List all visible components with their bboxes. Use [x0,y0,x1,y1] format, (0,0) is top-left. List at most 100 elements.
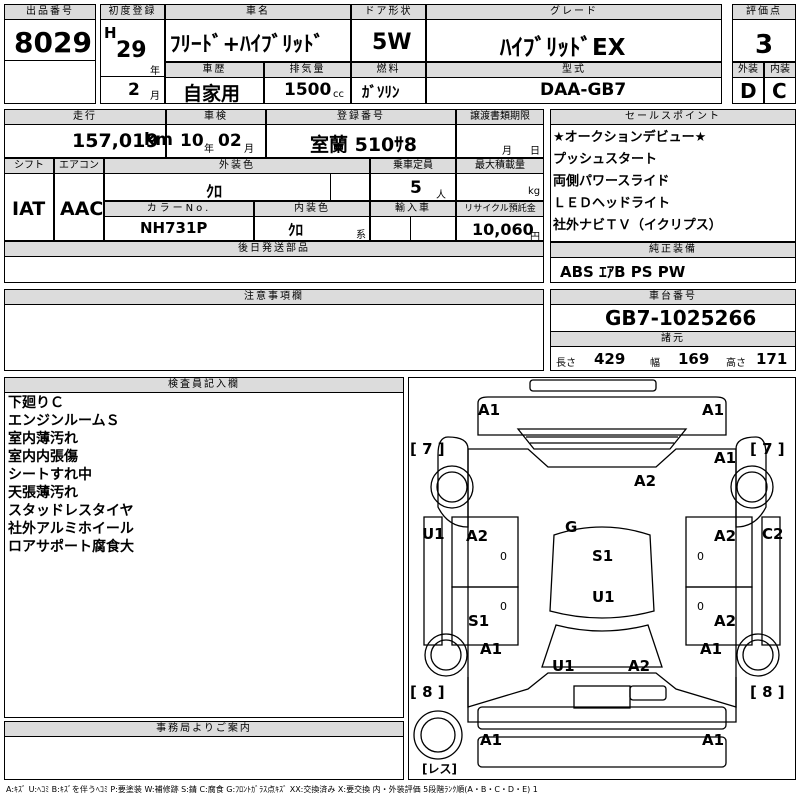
recycle-label: リサイクル預託金 [456,201,544,217]
later-parts-label: 後日発送部品 [4,241,544,257]
first-reg-divider [100,76,165,77]
history-label: 車歴 [165,62,264,78]
seats-unit: 人 [436,190,446,201]
lot-label: 出品番号 [4,4,96,20]
lot-divider [4,60,96,61]
score-label: 評価点 [732,4,796,20]
damage-mark: U1 [592,588,615,606]
seats: 5 [410,178,422,198]
sales-list: ★オークションデビュー★ プッシュスタート 両側パワースライド ＬＥＤヘッドライ… [553,127,722,237]
rear-bumper [477,706,727,730]
damage-mark: S1 [592,547,614,565]
damage-mark: A2 [628,657,651,675]
damage-mark: A1 [480,640,503,658]
model: DAA-GB7 [540,80,627,100]
color-no: NH731P [140,219,208,237]
sales-item: 社外ナビＴＶ（イクリプス） [553,218,722,233]
damage-mark: U1 [422,525,445,543]
displacement-unit: cc [333,89,344,100]
month-unit: 月 [150,91,160,102]
ext-grade: D [740,79,757,103]
inspection-year-unit: 年 [204,144,214,155]
era: H [104,24,117,42]
sales-item: ★オークションデビュー★ [553,130,707,145]
grade-label: グレード [426,4,722,20]
inspection-month: 02 [218,131,242,151]
office-label: 事務局よりご案内 [4,721,404,737]
damage-mark: A1 [478,401,501,419]
tire-depth: [ 7 ] [410,440,445,458]
notes-box [4,304,544,371]
ext-grade-label: 外装 [732,62,764,78]
transfer-month-unit: 月 [502,146,512,157]
car-name: ﾌﾘｰﾄﾞ+ﾊｲﾌﾞﾘｯﾄﾞ [170,32,325,56]
tire-depth: [ 7 ] [750,440,785,458]
sales-item: プッシュスタート [553,152,658,167]
inspection-year: 10 [180,131,204,151]
displacement-label: 排気量 [264,62,351,78]
door-label: ドア形状 [351,4,426,20]
zero-mark: 0 [697,550,704,563]
int-color-unit: 系 [356,230,366,241]
color-no-label: カラーNo. [104,201,254,217]
width: 169 [678,350,710,368]
first-reg-year: 29 [116,38,147,63]
zero-mark: 0 [697,600,704,613]
year-unit: 年 [150,66,160,77]
ac-label: エアコン [54,158,104,174]
license-plate [573,685,631,709]
int-color-label: 内装色 [254,201,370,217]
sales-item: 両側パワースライド [553,174,670,189]
front-grille [526,436,678,444]
fuel: ｶﾞｿﾘﾝ [362,83,400,101]
ac: AAC [60,198,104,220]
first-reg-month: 2 [128,80,140,100]
zero-mark: 0 [500,550,507,563]
int-color-box [254,216,370,241]
rear-skirt [477,736,727,768]
damage-mark: A1 [702,731,725,749]
int-grade-label: 内装 [764,62,796,78]
damage-mark: C2 [762,525,784,543]
fuel-label: 燃料 [351,62,426,78]
windshield [516,428,688,450]
sales-label: セールスポイント [550,109,796,125]
tire-rear-right-inner [742,639,774,671]
rear-area [467,677,737,723]
damage-mark: S1 [468,612,490,630]
recycle: 10,060 [472,220,534,239]
spare-tire-note: [レス] [422,762,457,776]
tire-front-left-inner [436,471,468,503]
inspector-item: シートすれ中 [8,467,92,483]
transfer-label: 譲渡書類期限 [456,109,544,125]
inspection-label: 車検 [166,109,266,125]
tailgate-bar [629,685,667,701]
int-grade: C [772,79,787,103]
transfer-day-unit: 日 [530,146,540,157]
equipment-label: 純正装備 [550,242,796,258]
tire-rear-left-inner [430,639,462,671]
car-name-label: 車名 [165,4,351,20]
inspector-item: ロアサポート腐食大 [8,539,134,555]
inspector-item: 室内内張傷 [8,449,78,465]
office-box [4,736,404,780]
car-diagram [413,379,781,768]
zero-mark: 0 [500,600,507,613]
ext-color: ｸﾛ [206,182,223,201]
front-bumper [529,379,657,392]
chassis-label: 車台番号 [550,289,796,305]
inspector-item: 天張薄汚れ [8,485,78,501]
inspector-list: 下廻りＣ エンジンルームＳ 室内薄汚れ 室内内張傷 シートすれ中 天張薄汚れ ス… [8,394,134,556]
damage-mark: A2 [466,527,489,545]
ext-color-label: 外装色 [104,158,370,174]
model-label: 型式 [426,62,722,78]
inspector-item: エンジンルームＳ [8,413,120,429]
legend: A:ｷｽﾞ U:ﾍｺﾐ B:ｷｽﾞを伴うﾍｺﾐ P:要塗装 W:補修跡 S:錆 … [6,785,538,794]
import-label: 輸入車 [370,201,456,217]
damage-mark: G [565,518,578,536]
height: 171 [756,350,788,368]
shift-label: シフト [4,158,54,174]
specs-label: 諸元 [550,331,796,347]
lot-number: 8029 [14,26,92,59]
later-parts-box [4,256,544,283]
